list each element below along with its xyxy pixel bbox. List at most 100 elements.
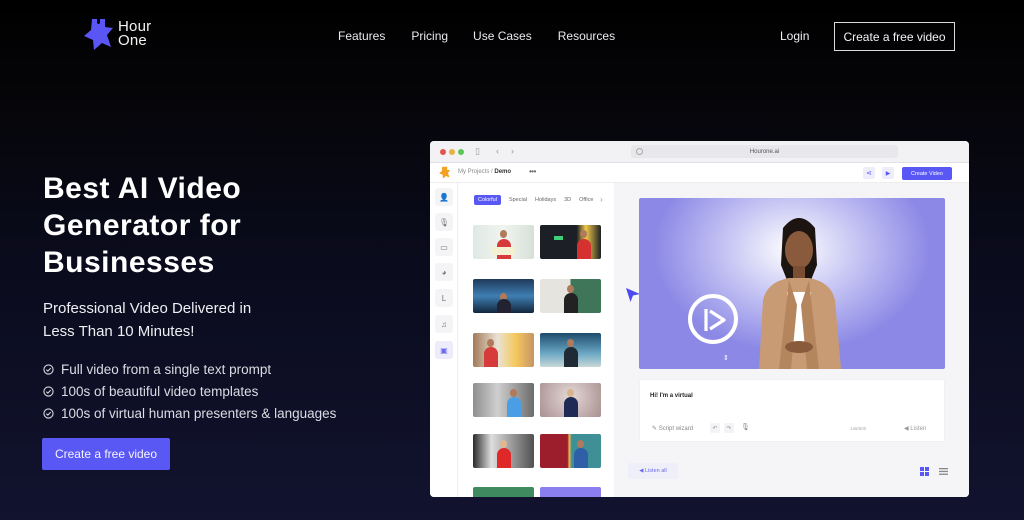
hour-one-logo-icon xyxy=(84,19,113,50)
browser-titlebar: ▯ ‹ › Hourone.ai xyxy=(430,141,969,163)
back-arrow-icon: ‹ xyxy=(496,146,499,156)
nav-link-pricing[interactable]: Pricing xyxy=(411,29,448,43)
presenter-icon: 👤 xyxy=(435,188,453,206)
share-icon: ⋖ xyxy=(863,167,875,179)
template-tabs: Colorful Special Holidays 3D Office xyxy=(474,195,601,205)
window-minimize-dot xyxy=(449,149,455,155)
template-thumbnail xyxy=(473,487,534,497)
character-count: 146/500 xyxy=(850,426,867,431)
template-thumbnail xyxy=(540,487,601,497)
template-thumbnail xyxy=(540,333,601,367)
undo-icon: ↶ xyxy=(710,423,720,433)
script-wizard-label: Script wizard xyxy=(658,426,694,432)
video-preview: ⇕ xyxy=(639,198,945,369)
nav-create-free-video-button[interactable]: Create a free video xyxy=(834,22,955,51)
presenter-head xyxy=(577,440,584,448)
presenter-head xyxy=(567,389,574,397)
feature-bullet: 100s of virtual human presenters & langu… xyxy=(43,402,336,424)
magic-wand-icon: ✎ xyxy=(652,426,659,432)
nav-links: Features Pricing Use Cases Resources xyxy=(338,29,641,43)
breadcrumb-current: Demo xyxy=(494,169,512,175)
presenter-body xyxy=(497,448,511,468)
hero-subtitle: Professional Video Delivered in Less Tha… xyxy=(43,297,251,343)
script-wizard-button: ✎ Script wizard xyxy=(652,425,693,432)
editor-stage: ⇕ Hi! I'm a virtual ✎ Script wizard ↶ ↷ … xyxy=(614,183,969,497)
presenter-head xyxy=(567,339,574,347)
text-icon: L xyxy=(435,289,453,307)
more-options-icon: ••• xyxy=(529,167,536,176)
address-bar: Hourone.ai xyxy=(631,145,898,158)
presenter-head xyxy=(510,389,517,397)
voice-icon: 🎙 xyxy=(435,213,453,231)
tag xyxy=(554,236,563,240)
tab-holidays: Holidays xyxy=(535,197,557,203)
hero-subtitle-line: Less Than 10 Minutes! xyxy=(43,323,195,340)
listen-label: Listen xyxy=(910,426,927,432)
preview-play-icon: ▶ xyxy=(882,167,894,179)
listen-all-button: ◀ Listen all xyxy=(628,463,678,479)
app-header: My Projects / Demo ••• ⋖ ▶ Create Video xyxy=(430,163,969,183)
hero-create-free-video-button[interactable]: Create a free video xyxy=(42,438,170,470)
layout-icon: ▣ xyxy=(435,341,453,359)
presenter-head xyxy=(500,230,507,238)
presenter-head xyxy=(580,230,587,238)
check-circle-icon xyxy=(43,385,54,397)
presenter-body xyxy=(564,293,578,313)
forward-arrow-icon: › xyxy=(511,146,514,156)
check-circle-icon xyxy=(43,407,54,419)
listen-all-label: Listen all xyxy=(645,468,667,474)
nav-link-use-cases[interactable]: Use Cases xyxy=(473,29,532,43)
feature-bullets: Full video from a single text prompt 100… xyxy=(43,358,336,424)
presenter-head xyxy=(487,339,494,347)
breadcrumb-separator: / xyxy=(491,169,493,175)
presenter-body xyxy=(484,347,498,367)
swap-icon: ⇕ xyxy=(723,355,729,362)
feature-bullet: Full video from a single text prompt xyxy=(43,358,336,380)
template-thumbnail xyxy=(473,383,534,417)
hero-title-line: Best AI Video xyxy=(43,172,242,205)
play-logo-icon xyxy=(688,294,738,344)
window-maximize-dot xyxy=(458,149,464,155)
hero-title: Best AI Video Generator for Businesses xyxy=(43,170,363,281)
nav-link-features[interactable]: Features xyxy=(338,29,385,43)
login-link[interactable]: Login xyxy=(780,29,809,43)
presenter-body xyxy=(497,299,511,313)
template-thumbnail xyxy=(473,434,534,468)
tabs-next-icon: › xyxy=(600,195,603,204)
sidebar-toggle-icon: ▯ xyxy=(475,146,480,156)
feature-bullet: 100s of beautiful video templates xyxy=(43,380,336,402)
listen-button: ◀ Listen xyxy=(904,425,926,432)
tab-3d: 3D xyxy=(564,197,572,203)
redo-icon: ↷ xyxy=(724,423,734,433)
script-editor: Hi! I'm a virtual ✎ Script wizard ↶ ↷ 🎙 … xyxy=(639,379,945,442)
brand-logo[interactable]: Hour One xyxy=(82,17,151,51)
presenter-body xyxy=(577,239,591,259)
breadcrumb: My Projects / Demo xyxy=(458,169,511,175)
feature-bullet-text: 100s of beautiful video templates xyxy=(61,383,259,399)
nav-link-resources[interactable]: Resources xyxy=(558,29,615,43)
address-bar-url: Hourone.ai xyxy=(749,148,780,155)
app-logo-icon xyxy=(439,166,451,179)
media-icon: ▭ xyxy=(435,238,453,256)
feature-bullet-text: 100s of virtual human presenters & langu… xyxy=(61,405,337,421)
template-thumbnail xyxy=(540,383,601,417)
template-thumbnail xyxy=(540,279,601,313)
breadcrumb-parent: My Projects xyxy=(458,169,490,175)
list-view-icon xyxy=(939,468,948,475)
presenter-head xyxy=(567,285,574,293)
template-thumbnail xyxy=(473,279,534,313)
feature-bullet-text: Full video from a single text prompt xyxy=(61,361,272,377)
grid-view-icon xyxy=(920,467,929,476)
brand-name-line2: One xyxy=(118,32,147,49)
tab-colorful: Colorful xyxy=(474,195,501,205)
mouse-cursor-icon xyxy=(626,288,640,302)
template-thumbnail xyxy=(540,225,601,259)
presenter-body xyxy=(507,397,521,417)
check-circle-icon xyxy=(43,363,54,375)
template-thumbnail xyxy=(473,225,534,259)
presenter-body xyxy=(574,448,588,468)
palette-icon: ◕ xyxy=(435,263,453,281)
template-thumbnail xyxy=(473,333,534,367)
music-icon: ♫ xyxy=(435,315,453,333)
brand-name: Hour One xyxy=(118,19,151,49)
